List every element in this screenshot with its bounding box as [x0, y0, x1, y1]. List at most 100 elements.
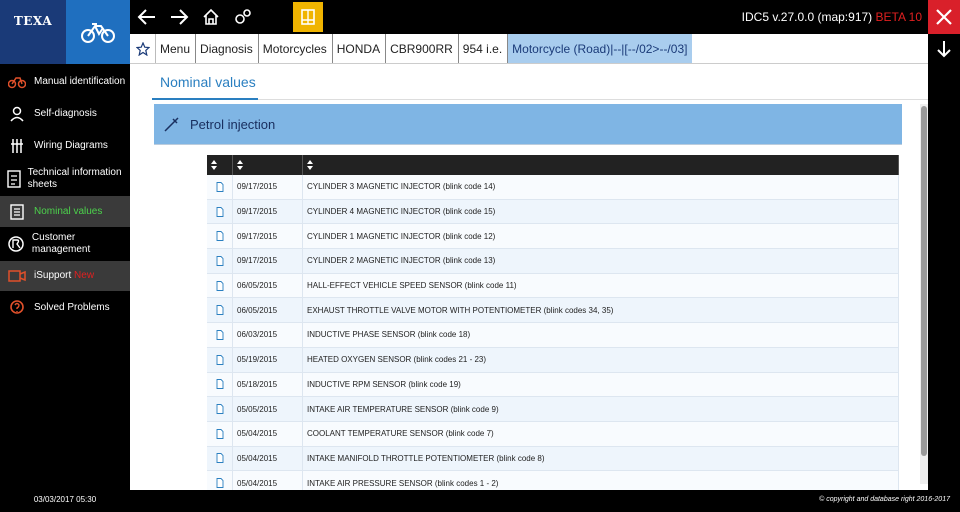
table-row[interactable]: 06/05/2015 HALL-EFFECT VEHICLE SPEED SENS… [207, 273, 899, 299]
section-header[interactable]: Petrol injection [154, 104, 902, 144]
breadcrumb-version[interactable]: 954 i.e. [459, 34, 509, 63]
version-text: IDC5 v.27.0.0 (map:917) [741, 10, 873, 24]
tab-nominal-values[interactable]: Nominal values [160, 74, 256, 90]
breadcrumb-menu[interactable]: Menu [156, 34, 197, 63]
table-row[interactable]: 05/04/2015 COOLANT TEMPERATURE SENSOR (bl… [207, 421, 899, 447]
sort-column-date[interactable] [233, 155, 303, 175]
sidebar-item-customer-management[interactable]: Customer management [0, 227, 130, 261]
table-row[interactable]: 09/17/2015 CYLINDER 3 MAGNETIC INJECTOR (… [207, 175, 899, 200]
motorcycle-icon [0, 75, 34, 89]
sidebar-label: Nominal values [34, 205, 103, 217]
logo-text: TEXA [13, 14, 53, 28]
row-date: 09/17/2015 [233, 199, 303, 224]
active-tab-indicator [152, 98, 258, 100]
table-header [207, 155, 899, 175]
nominal-values-icon [0, 203, 34, 220]
datetime-label: 03/03/2017 05:30 [33, 495, 97, 504]
wiring-icon [0, 138, 34, 154]
sidebar-item-wiring-diagrams[interactable]: Wiring Diagrams [0, 130, 130, 162]
version-label: IDC5 v.27.0.0 (map:917) BETA 10 [742, 10, 922, 24]
row-description: HEATED OXYGEN SENSOR (blink codes 21 - 2… [303, 347, 899, 372]
breadcrumb-diagnosis[interactable]: Diagnosis [196, 34, 259, 63]
breadcrumb-motorcycles[interactable]: Motorcycles [259, 34, 333, 63]
nominal-values-table: 09/17/2015 CYLINDER 3 MAGNETIC INJECTOR (… [207, 155, 899, 490]
copyright-label: © copyright and database right 2016-2017 [819, 496, 950, 503]
row-description: EXHAUST THROTTLE VALVE MOTOR WITH POTENT… [303, 298, 899, 323]
favorite-button[interactable] [130, 34, 156, 63]
table-row[interactable]: 05/04/2015 INTAKE MANIFOLD THROTTLE POTEN… [207, 446, 899, 472]
expand-down-button[interactable] [928, 34, 960, 64]
sort-column-icon[interactable] [207, 155, 233, 175]
arrow-down-icon [937, 41, 951, 58]
gears-icon [235, 9, 251, 24]
right-strip [928, 64, 960, 490]
row-date: 05/18/2015 [233, 372, 303, 397]
table-row[interactable]: 06/05/2015 EXHAUST THROTTLE VALVE MOTOR W… [207, 298, 899, 324]
close-icon [936, 9, 952, 25]
row-description: INTAKE AIR TEMPERATURE SENSOR (blink cod… [303, 397, 899, 421]
sort-icon [237, 160, 243, 170]
row-date: 06/05/2015 [233, 273, 303, 298]
table-row[interactable]: 06/03/2015 INDUCTIVE PHASE SENSOR (blink … [207, 323, 899, 348]
close-button[interactable] [928, 0, 960, 34]
breadcrumb-honda[interactable]: HONDA [333, 34, 387, 63]
sort-column-description[interactable] [303, 155, 899, 175]
beta-label: BETA 10 [875, 10, 922, 24]
sidebar-label: Technical information sheets [27, 167, 122, 190]
sidebar-item-self-diagnosis[interactable]: Self-diagnosis [0, 98, 130, 130]
sort-icon [211, 160, 217, 170]
row-description: INTAKE AIR PRESSURE SENSOR (blink codes … [303, 471, 899, 490]
row-description: INDUCTIVE RPM SENSOR (blink code 19) [303, 372, 899, 397]
manual-book-button[interactable] [293, 2, 323, 32]
scrollbar-thumb[interactable] [921, 106, 927, 456]
forward-button[interactable] [166, 4, 192, 30]
person-icon [0, 106, 34, 122]
row-date: 05/19/2015 [233, 347, 303, 372]
document-icon [207, 471, 233, 490]
breadcrumb-vehicle-type[interactable]: Motorcycle (Road)|--|[--/02>--/03] [508, 34, 693, 63]
row-date: 09/17/2015 [233, 249, 303, 273]
document-icon [207, 421, 233, 446]
vertical-scrollbar[interactable] [920, 104, 928, 484]
injector-icon [154, 115, 190, 133]
star-icon [135, 41, 150, 56]
home-button[interactable] [198, 4, 224, 30]
new-badge: New [74, 270, 95, 281]
row-date: 09/17/2015 [233, 224, 303, 249]
sidebar-item-technical-information[interactable]: Technical information sheets [0, 162, 130, 196]
breadcrumb-model[interactable]: CBR900RR [386, 34, 459, 63]
row-date: 06/05/2015 [233, 298, 303, 323]
sidebar-label: Wiring Diagrams [34, 140, 108, 151]
document-icon [207, 199, 233, 224]
sidebar-item-nominal-values[interactable]: Nominal values [0, 196, 130, 227]
top-bar: TEXA IDC5 v.27.0.0 (map:917) BETA 10 [0, 0, 960, 64]
document-icon [207, 298, 233, 323]
row-date: 05/04/2015 [233, 471, 303, 490]
arrow-left-icon [137, 9, 155, 25]
row-description: CYLINDER 3 MAGNETIC INJECTOR (blink code… [303, 175, 899, 199]
motorcycle-icon [81, 23, 115, 43]
table-row[interactable]: 05/04/2015 INTAKE AIR PRESSURE SENSOR (bl… [207, 471, 899, 490]
table-row[interactable]: 09/17/2015 CYLINDER 4 MAGNETIC INJECTOR (… [207, 199, 899, 225]
row-description: CYLINDER 1 MAGNETIC INJECTOR (blink code… [303, 224, 899, 249]
table-row[interactable]: 05/19/2015 HEATED OXYGEN SENSOR (blink co… [207, 347, 899, 373]
main-content: Nominal values Petrol injection 09/17/20… [130, 64, 928, 490]
sidebar-item-solved-problems[interactable]: Solved Problems [0, 292, 130, 324]
table-row[interactable]: 05/05/2015 INTAKE AIR TEMPERATURE SENSOR … [207, 397, 899, 422]
sidebar-label: Solved Problems [34, 302, 110, 313]
document-icon [207, 273, 233, 298]
table-row[interactable]: 05/18/2015 INDUCTIVE RPM SENSOR (blink co… [207, 372, 899, 398]
sidebar-label: iSupport [34, 270, 72, 281]
motorcycle-mode-button[interactable] [66, 0, 130, 64]
sidebar-label: Manual identification [34, 76, 126, 87]
tab-divider [152, 99, 928, 100]
back-button[interactable] [134, 4, 160, 30]
table-row[interactable]: 09/17/2015 CYLINDER 1 MAGNETIC INJECTOR (… [207, 224, 899, 250]
row-description: COOLANT TEMPERATURE SENSOR (blink code 7… [303, 421, 899, 446]
document-icon [207, 175, 233, 199]
table-row[interactable]: 09/17/2015 CYLINDER 2 MAGNETIC INJECTOR (… [207, 249, 899, 274]
sidebar-item-manual-identification[interactable]: Manual identification [0, 66, 130, 98]
customer-icon [0, 235, 32, 253]
sidebar-item-isupport[interactable]: iSupport New [0, 261, 130, 291]
settings-button[interactable] [230, 4, 256, 30]
